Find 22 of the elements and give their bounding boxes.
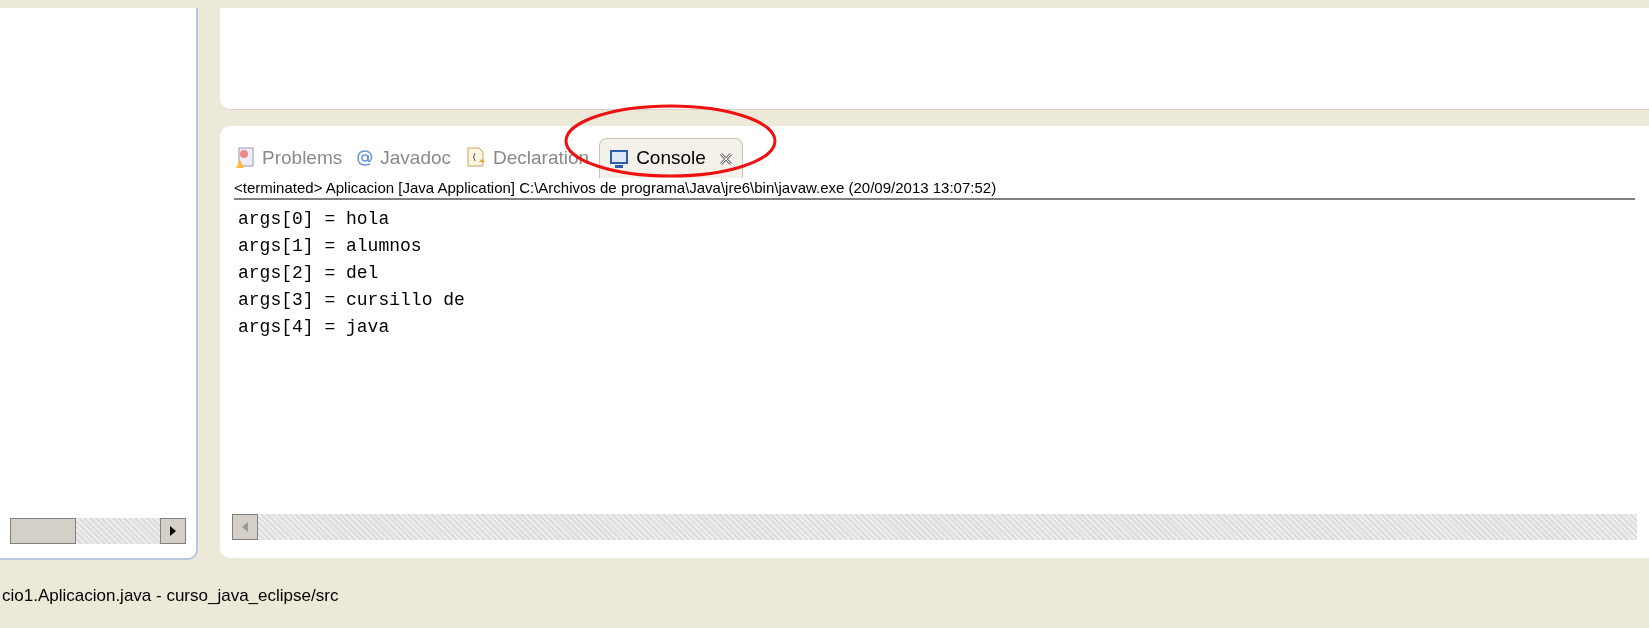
view-tab[interactable]: Javadoc xyxy=(352,138,456,178)
horizontal-scrollbar[interactable] xyxy=(10,518,186,544)
at-sign-icon xyxy=(356,149,375,167)
view-tab[interactable]: Problems xyxy=(230,138,347,178)
console-line: args[1] = alumnos xyxy=(238,235,423,258)
console-line: args[2] = del xyxy=(238,262,380,285)
left-arrow-icon xyxy=(242,522,248,532)
console-header: <terminated> Aplicacion [Java Application] C:\Archivos de programa\Java\jre6\bin\javaw.exe (20/09/2013 13:07:52) xyxy=(234,178,1635,200)
view-tab[interactable]: Console xyxy=(599,138,743,178)
problems-icon xyxy=(234,146,256,170)
horizontal-scrollbar[interactable] xyxy=(232,514,1637,540)
scroll-left-button[interactable] xyxy=(232,514,258,540)
scrollbar-thumb[interactable] xyxy=(10,518,76,544)
monitor-icon xyxy=(608,147,631,170)
console-line: args[0] = hola xyxy=(238,208,391,231)
console-line: args[4] = java xyxy=(238,316,391,339)
close-icon[interactable] xyxy=(717,150,734,167)
right-arrow-icon xyxy=(170,526,176,536)
scroll-right-button[interactable] xyxy=(160,518,186,544)
console-line: args[3] = cursillo de xyxy=(238,289,466,312)
status-bar-text: cio1.Aplicacion.java - curso_java_eclipse/src xyxy=(2,585,339,607)
document-icon xyxy=(465,146,488,170)
